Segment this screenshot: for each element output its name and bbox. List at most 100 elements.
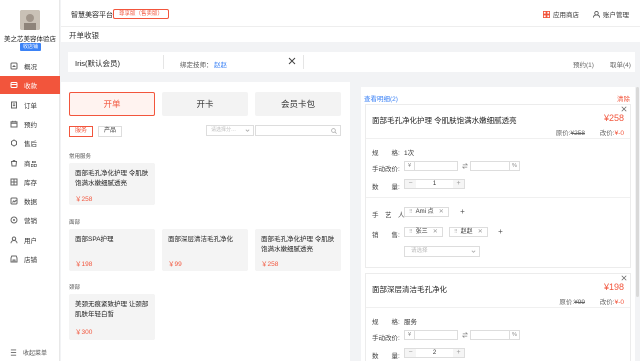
minus-button[interactable]: −	[405, 180, 416, 188]
service-price: ￥300	[75, 329, 93, 336]
cart-item-name: 面部深层清洁毛孔净化	[372, 285, 447, 294]
sidebar-item-store[interactable]: 店铺	[0, 250, 60, 268]
after-sales-icon	[10, 139, 18, 147]
close-icon[interactable]	[621, 275, 627, 281]
service-price: ￥258	[261, 261, 279, 268]
collapse-menu-button[interactable]: 收起菜单	[0, 344, 60, 361]
spec-value: 服务	[404, 319, 417, 326]
quantity-value: 2	[432, 350, 437, 356]
plus-button[interactable]: +	[453, 180, 464, 188]
discount-percent-input[interactable]: %	[470, 330, 520, 340]
dashboard-icon	[10, 62, 18, 70]
segment-service[interactable]: 服务	[69, 126, 94, 137]
divider	[366, 138, 630, 139]
member-name[interactable]: Iris(默认会员)	[75, 58, 120, 69]
edition-badge[interactable]: 尊享版（售卖版）	[113, 9, 170, 19]
swap-icon[interactable]	[462, 332, 468, 338]
view-details-link[interactable]: 查看明细(2)	[364, 93, 398, 103]
sidebar-item-cashier[interactable]: 收款	[0, 76, 60, 95]
service-card[interactable]: 面部SPA护理 ￥198	[69, 229, 155, 271]
clear-cart-button[interactable]: 清除	[617, 93, 630, 103]
appointment-link[interactable]: 预约(1)	[573, 59, 594, 69]
service-card[interactable]: 面部深层清洁毛孔净化 ￥99	[162, 229, 248, 271]
sales-chip[interactable]: ⠿ 张三 ✕	[404, 227, 443, 237]
spec-label: 规 格:	[372, 150, 400, 157]
sidebar-item-inventory[interactable]: 库存	[0, 173, 60, 191]
store-icon	[10, 255, 18, 263]
tab-open-order[interactable]: 开单	[69, 92, 155, 116]
quantity-stepper[interactable]: − 2 +	[404, 348, 465, 358]
close-icon[interactable]: ✕	[433, 228, 438, 236]
add-artisan-button[interactable]: +	[458, 207, 467, 216]
artisan-chip[interactable]: ⠿ Ami 点 ✕	[404, 207, 449, 217]
close-icon[interactable]: ✕	[478, 228, 483, 236]
spec-label: 规 格:	[372, 319, 400, 326]
sales-chip[interactable]: ⠿ 赵赵 ✕	[449, 227, 488, 237]
close-icon[interactable]	[288, 57, 296, 65]
sidebar-item-marketing[interactable]: 营销	[0, 211, 60, 229]
sidebar-item-goods[interactable]: 商品	[0, 154, 60, 172]
cart-item-price: ¥258	[603, 113, 624, 123]
section-face: 面部	[69, 220, 81, 226]
manual-price-input[interactable]: ¥	[404, 161, 458, 171]
service-price: ￥198	[75, 261, 93, 268]
manual-price-label: 手动改价:	[372, 335, 400, 342]
sidebar-item-dashboard[interactable]: 概况	[0, 57, 60, 75]
tab-open-card[interactable]: 开卡	[162, 92, 248, 116]
sidebar-item-data[interactable]: 数据	[0, 192, 60, 210]
segment-product[interactable]: 产品	[98, 126, 123, 137]
category-select[interactable]: 请选择分…	[206, 125, 254, 136]
quantity-value: 1	[432, 181, 437, 187]
tab-member-card-pack[interactable]: 会员卡包	[255, 92, 341, 116]
service-card[interactable]: 面部毛孔净化护理 令肌肤饱满水嫩细腻透亮 ￥258	[69, 163, 155, 205]
swap-icon[interactable]	[462, 163, 468, 169]
store-tag-badge[interactable]: 收店铺	[20, 43, 41, 51]
data-icon	[10, 197, 18, 205]
sidebar-item-calendar[interactable]: 预约	[0, 115, 60, 133]
search-input[interactable]	[255, 125, 341, 136]
close-icon[interactable]	[621, 106, 627, 112]
discount-percent-input[interactable]: %	[470, 161, 520, 171]
goods-icon	[10, 159, 18, 167]
drag-handle-icon[interactable]: ⠿	[409, 228, 413, 236]
cart-item-original-price: 原价:¥258	[555, 130, 585, 137]
divider	[163, 55, 164, 69]
sidebar-item-label: 店铺	[24, 257, 37, 264]
scrollbar[interactable]	[636, 87, 639, 297]
search-icon	[331, 127, 337, 134]
add-sales-button[interactable]: +	[496, 227, 505, 236]
takeout-link[interactable]: 取单(4)	[610, 59, 631, 69]
manual-price-label: 手动改价:	[372, 166, 400, 173]
sidebar-item-user[interactable]: 用户	[0, 231, 60, 249]
percent-suffix: %	[509, 162, 519, 170]
close-icon[interactable]: ✕	[439, 208, 444, 216]
member-bar: Iris(默认会员) 绑定技师： 赵赵 预约(1) 取单(4)	[68, 52, 635, 72]
manual-price-input[interactable]: ¥	[404, 330, 458, 340]
page-title: 开单收银	[69, 31, 99, 40]
quantity-label: 数 量:	[372, 353, 400, 360]
sidebar-item-label: 收款	[24, 83, 37, 91]
app-store-link[interactable]: 应用商店	[543, 9, 579, 19]
sidebar-item-label: 数据	[24, 199, 37, 207]
sales-name: 张三	[415, 229, 428, 235]
sales-select[interactable]: 请选择	[404, 246, 480, 257]
sidebar-item-after-sales[interactable]: 售后	[0, 134, 60, 152]
app-store-icon	[543, 10, 550, 18]
service-card[interactable]: 面部毛孔净化护理 令肌肤饱满水嫩细腻透亮 ￥258	[255, 229, 341, 271]
sales-select-placeholder: 请选择	[411, 248, 428, 254]
top-header: 智慧美容平台 尊享版（售卖版） 应用商店 账户管理	[61, 0, 640, 26]
drag-handle-icon[interactable]: ⠿	[409, 208, 413, 216]
sidebar-item-order[interactable]: 订单	[0, 96, 60, 114]
sidebar-item-label: 营销	[24, 218, 37, 226]
minus-button[interactable]: −	[405, 349, 416, 357]
sidebar-item-label: 商品	[24, 160, 37, 168]
yen-prefix: ¥	[405, 331, 415, 339]
plus-button[interactable]: +	[453, 349, 464, 357]
sidebar-item-label: 用户	[24, 237, 37, 245]
account-link[interactable]: 账户管理	[593, 9, 629, 19]
drag-handle-icon[interactable]: ⠿	[454, 228, 458, 236]
chevron-down-icon	[471, 249, 476, 254]
technician-value[interactable]: 赵赵	[214, 59, 227, 69]
service-card[interactable]: 美颈无痕紧致护理 让颈部肌肤年轻白皙 ￥300	[69, 294, 155, 340]
quantity-stepper[interactable]: − 1 +	[404, 179, 465, 189]
